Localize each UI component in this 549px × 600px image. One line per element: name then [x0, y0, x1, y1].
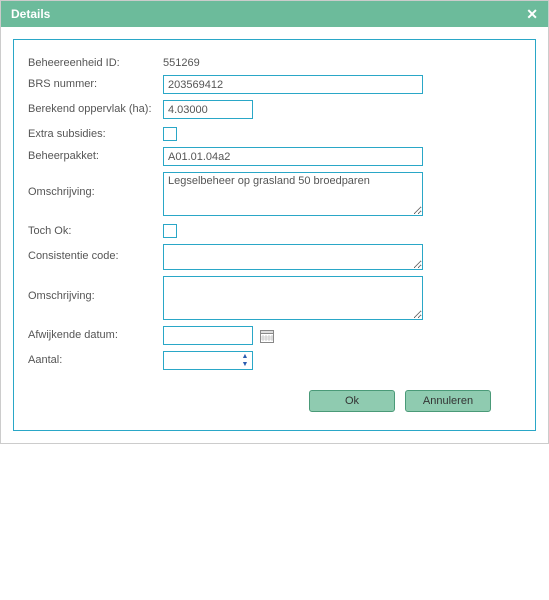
- label-toch-ok: Toch Ok:: [28, 222, 163, 237]
- label-omschrijving-1: Omschrijving:: [28, 172, 163, 198]
- label-aantal: Aantal:: [28, 351, 163, 366]
- calendar-icon[interactable]: [259, 328, 275, 344]
- toch-ok-checkbox[interactable]: [163, 224, 177, 238]
- cancel-button[interactable]: Annuleren: [405, 390, 491, 412]
- brs-nummer-input[interactable]: [163, 75, 423, 94]
- label-afwijkende-datum: Afwijkende datum:: [28, 326, 163, 341]
- label-omschrijving-2: Omschrijving:: [28, 276, 163, 302]
- spinner-down-icon[interactable]: ▼: [238, 361, 252, 370]
- form-panel: Beheereenheid ID: 551269 BRS nummer: Ber…: [13, 39, 536, 431]
- label-berekend-opp: Berekend oppervlak (ha):: [28, 100, 163, 115]
- dialog-title: Details: [11, 7, 50, 21]
- label-brs-nummer: BRS nummer:: [28, 75, 163, 90]
- details-dialog: Details ✕ Beheereenheid ID: 551269 BRS n…: [0, 0, 549, 444]
- value-beheereenheid-id: 551269: [163, 54, 200, 69]
- titlebar[interactable]: Details ✕: [1, 1, 548, 27]
- label-consistentie-code: Consistentie code:: [28, 244, 163, 262]
- afwijkende-datum-input[interactable]: [163, 326, 253, 345]
- omschrijving-2-textarea[interactable]: [163, 276, 423, 320]
- label-beheerpakket: Beheerpakket:: [28, 147, 163, 162]
- dialog-body: Beheereenheid ID: 551269 BRS nummer: Ber…: [1, 27, 548, 443]
- button-row: Ok Annuleren: [28, 390, 521, 412]
- beheerpakket-input[interactable]: [163, 147, 423, 166]
- spinner-up-icon[interactable]: ▲: [238, 352, 252, 361]
- label-beheereenheid-id: Beheereenheid ID:: [28, 54, 163, 69]
- close-icon[interactable]: ✕: [526, 7, 538, 21]
- berekend-opp-input[interactable]: [163, 100, 253, 119]
- ok-button[interactable]: Ok: [309, 390, 395, 412]
- omschrijving-1-textarea[interactable]: [163, 172, 423, 216]
- extra-subsidies-checkbox[interactable]: [163, 127, 177, 141]
- label-extra-subsidies: Extra subsidies:: [28, 125, 163, 140]
- consistentie-code-textarea[interactable]: [163, 244, 423, 270]
